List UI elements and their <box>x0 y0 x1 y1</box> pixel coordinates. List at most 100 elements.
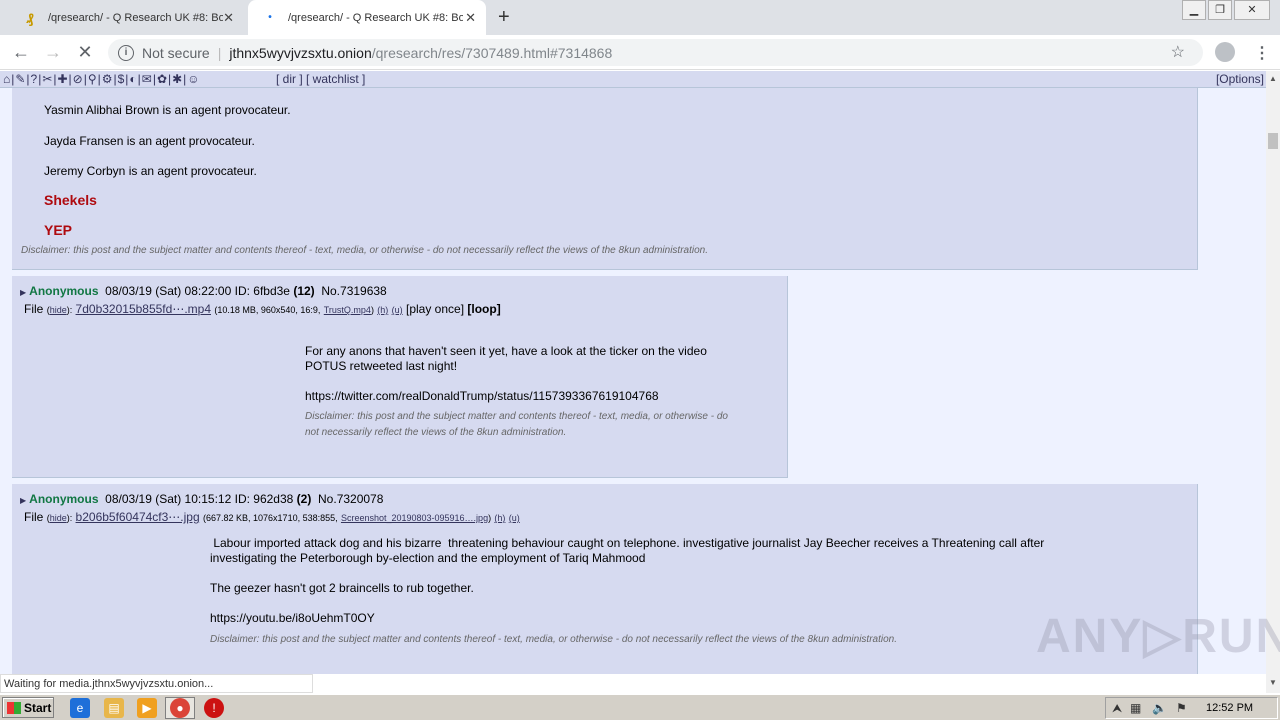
clock[interactable]: 12:52 PM <box>1206 702 1253 714</box>
original-filename-link[interactable]: Screenshot_20190803-095916….jpg <box>341 513 488 523</box>
file-label: File <box>24 302 44 316</box>
board-toolbar-icons[interactable]: ⌂|✎|?|✂|✚|⊘|⚲|⚙|$|◐|✉|✿|✱|☺ <box>3 72 201 86</box>
disclaimer: Disclaimer: this post and the subject ma… <box>210 634 897 645</box>
poster-id[interactable]: ID: 962d38 <box>235 492 294 506</box>
disclaimer: not necessarily reflect the views of the… <box>305 427 567 438</box>
new-tab-button[interactable]: + <box>498 6 510 29</box>
post-intro: ▶ Anonymous 08/03/19 (Sat) 10:15:12 ID: 9… <box>20 492 383 506</box>
url-host: jthnx5wyvjvzsxtu.onion <box>229 44 372 61</box>
tab-title: /qresearch/ - Q Research UK #8: Bo <box>288 11 463 24</box>
disclaimer: Disclaimer: this post and the subject ma… <box>21 245 708 256</box>
poster-name: Anonymous <box>29 284 99 298</box>
network-icon[interactable]: ▦ <box>1130 701 1141 715</box>
post-link[interactable]: https://youtu.be/i8oUehmT0OY <box>210 611 375 625</box>
post-text-line: For any anons that haven't seen it yet, … <box>305 344 707 358</box>
post-reply: ▶ Anonymous 08/03/19 (Sat) 10:15:12 ID: 9… <box>12 484 1198 674</box>
post-date: 08/03/19 (Sat) 08:22:00 <box>105 284 232 298</box>
options-link[interactable]: [Options] <box>1216 72 1264 86</box>
original-filename-link[interactable]: TrustQ.mp4 <box>324 305 371 315</box>
close-window-button[interactable]: ✕ <box>1234 0 1270 20</box>
tab-inactive[interactable]: ₰ /qresearch/ - Q Research UK #8: Bo ✕ <box>8 0 244 35</box>
security-label: Not secure <box>142 44 210 61</box>
start-label: Start <box>24 700 52 715</box>
stop-icon[interactable]: ! <box>204 698 224 718</box>
file-link[interactable]: b206b5f60474cf3⋯.jpg <box>76 510 200 524</box>
post-menu-arrow-icon[interactable]: ▶ <box>20 496 26 505</box>
action-center-flag-icon[interactable]: ⚑ <box>1176 701 1187 715</box>
hide-file-link[interactable]: hide <box>50 305 67 315</box>
thread-content: Yasmin Alibhai Brown is an agent provoca… <box>0 88 1266 674</box>
red-text: YEP <box>44 222 73 238</box>
start-button[interactable]: Start <box>2 697 54 718</box>
close-tab-icon[interactable]: ✕ <box>465 10 476 26</box>
folder-icon[interactable]: ▤ <box>104 698 124 718</box>
post-text-line: Jayda Fransen is an agent provocateur. <box>44 134 255 148</box>
post-date: 08/03/19 (Sat) 10:15:12 <box>105 492 232 506</box>
info-icon[interactable]: i <box>118 44 134 61</box>
post-text-line: POTUS retweeted last night! <box>305 359 458 373</box>
board-links[interactable]: [ dir ] [ watchlist ] <box>276 72 365 86</box>
unhide-link[interactable]: (u) <box>509 513 520 523</box>
ie-icon[interactable]: e <box>70 698 90 718</box>
windows-taskbar: Start e ▤ ▶ ● ! ⮝ ▦ 🔈 ⚑ 12:52 PM <box>0 694 1280 720</box>
post-intro: ▶ Anonymous 08/03/19 (Sat) 08:22:00 ID: 6… <box>20 284 387 298</box>
post-reply: Yasmin Alibhai Brown is an agent provoca… <box>12 88 1198 270</box>
chrome-icon[interactable]: ● <box>170 698 190 718</box>
play-once-button[interactable]: [play once] <box>406 302 464 316</box>
scroll-up-arrow-icon[interactable]: ▲ <box>1269 74 1277 83</box>
tray-expand-icon[interactable]: ⮝ <box>1112 701 1122 716</box>
back-arrow-icon[interactable]: ← <box>10 41 32 63</box>
volume-icon[interactable]: 🔈 <box>1152 701 1167 715</box>
scroll-down-arrow-icon[interactable]: ▼ <box>1269 678 1277 687</box>
file-info: File (hide): b206b5f60474cf3⋯.jpg (667.8… <box>24 510 520 524</box>
windows-logo-icon <box>7 701 21 714</box>
close-tab-icon[interactable]: ✕ <box>223 10 234 26</box>
status-bar: Waiting for media.jthnx5wyvjvzsxtu.onion… <box>0 674 313 693</box>
hash-link[interactable]: (h) <box>494 513 505 523</box>
poster-name: Anonymous <box>29 492 99 506</box>
poster-id[interactable]: ID: 6fbd3e <box>235 284 290 298</box>
post-menu-arrow-icon[interactable]: ▶ <box>20 288 26 297</box>
loading-spinner-icon: • <box>268 12 272 23</box>
stop-loading-icon[interactable]: ✕ <box>74 41 96 63</box>
minimize-button[interactable]: ▁ <box>1182 0 1206 20</box>
post-text-line: Yasmin Alibhai Brown is an agent provoca… <box>44 103 291 117</box>
post-reply: ▶ Anonymous 08/03/19 (Sat) 08:22:00 ID: 6… <box>12 276 788 478</box>
tab-strip: ₰ /qresearch/ - Q Research UK #8: Bo ✕ •… <box>0 0 1280 35</box>
unhide-link[interactable]: (u) <box>392 305 403 315</box>
vertical-scrollbar[interactable]: ▲ ▼ <box>1266 71 1280 693</box>
board-topbar: ⌂|✎|?|✂|✚|⊘|⚲|⚙|$|◐|✉|✿|✱|☺ [ dir ] [ wa… <box>0 71 1266 88</box>
hash-link[interactable]: (h) <box>377 305 388 315</box>
post-number[interactable]: No.7320078 <box>318 492 383 506</box>
post-number[interactable]: No.7319638 <box>321 284 386 298</box>
q-favicon-icon: ₰ <box>26 9 34 26</box>
anyrun-watermark: ANY▷RUN <box>1036 610 1280 663</box>
post-text-line: Jeremy Corbyn is an agent provocateur. <box>44 164 257 178</box>
browser-toolbar: ← → ✕ i Not secure | jthnx5wyvjvzsxtu.on… <box>0 35 1280 70</box>
url-path: /qresearch/res/7307489.html#7314868 <box>371 44 613 61</box>
restore-button[interactable]: ❐ <box>1208 0 1232 20</box>
tab-title: /qresearch/ - Q Research UK #8: Bo <box>48 11 223 24</box>
post-text-line: investigating the Peterborough by-electi… <box>210 551 646 565</box>
profile-avatar[interactable] <box>1215 42 1235 62</box>
id-post-count: (12) <box>293 284 315 298</box>
loop-button[interactable]: [loop] <box>467 302 500 316</box>
tab-active[interactable]: • /qresearch/ - Q Research UK #8: Bo ✕ <box>248 0 486 35</box>
hide-file-link[interactable]: hide <box>50 513 67 523</box>
file-label: File <box>24 510 44 524</box>
scroll-thumb[interactable] <box>1268 133 1278 149</box>
post-text-line: The geezer hasn't got 2 braincells to ru… <box>210 581 474 595</box>
bookmark-star-icon[interactable]: ☆ <box>1171 42 1185 62</box>
file-link[interactable]: 7d0b32015b855fd⋯.mp4 <box>76 302 211 316</box>
file-meta: (10.18 MB, 960x540, 16:9, <box>214 305 321 315</box>
system-tray: ⮝ ▦ 🔈 ⚑ 12:52 PM <box>1105 697 1278 719</box>
more-menu-icon[interactable]: ⋮ <box>1254 43 1270 63</box>
divider: | <box>217 44 222 61</box>
media-player-icon[interactable]: ▶ <box>137 698 157 718</box>
file-info: File (hide): 7d0b32015b855fd⋯.mp4 (10.18… <box>24 302 501 316</box>
address-bar[interactable]: i Not secure | jthnx5wyvjvzsxtu.onion /q… <box>108 39 1203 66</box>
forward-arrow-icon[interactable]: → <box>42 41 64 63</box>
file-meta: (667.82 KB, 1076x1710, 538:855, <box>203 513 338 523</box>
post-text-line: Labour imported attack dog and his bizar… <box>210 536 1045 550</box>
post-link[interactable]: https://twitter.com/realDonaldTrump/stat… <box>305 389 659 403</box>
